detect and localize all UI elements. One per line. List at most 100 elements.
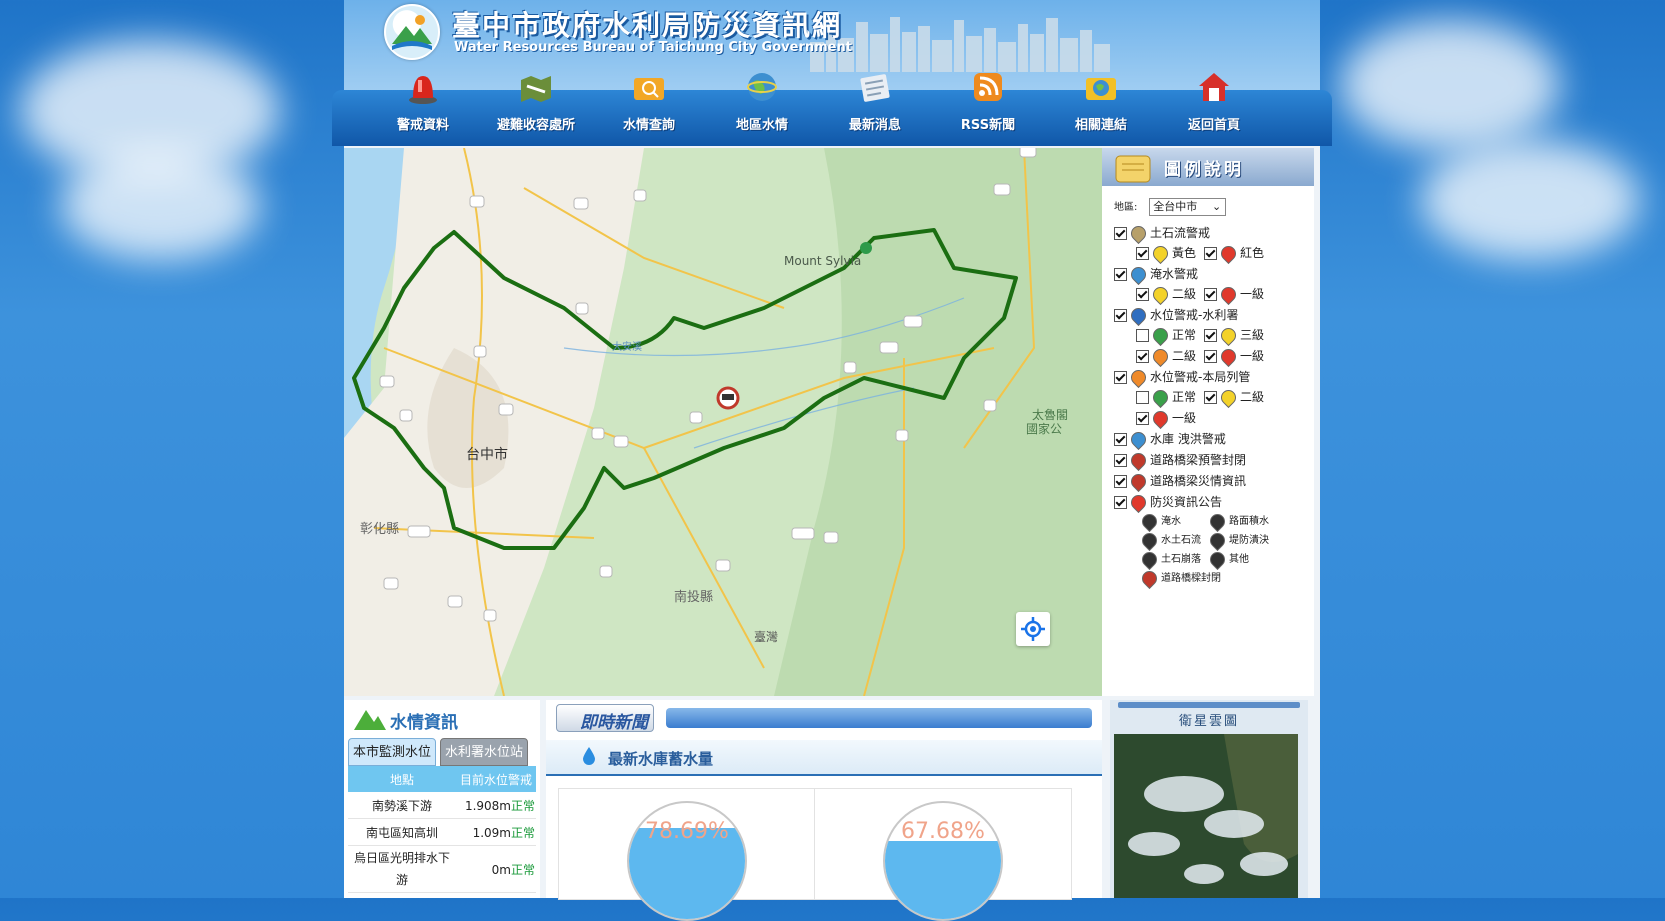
nav-item-regional-water[interactable]: 地區水情: [707, 68, 817, 146]
nav-item-rss[interactable]: RSS新聞: [933, 68, 1043, 146]
shelter-map-icon: [521, 76, 551, 102]
map-view[interactable]: Mount Sylvia 台中市 彰化縣 南投縣 臺灣 太魯閣 國家公 大安溪: [344, 148, 1102, 696]
nav-label: 返回首頁: [1187, 118, 1240, 133]
tab-wra-stations[interactable]: 水利署水位站: [440, 738, 529, 766]
checkbox[interactable]: [1136, 391, 1149, 404]
legend-item[interactable]: 水位警戒-水利署: [1114, 304, 1238, 327]
legend-item[interactable]: 土石流警戒: [1114, 222, 1210, 245]
legend-item[interactable]: 三級: [1204, 324, 1265, 347]
legend-item[interactable]: 水位警戒-本局列管: [1114, 366, 1250, 389]
nav-item-water-query[interactable]: 水情查詢: [594, 68, 704, 146]
map-label-county: 南投縣: [674, 590, 714, 605]
checkbox[interactable]: [1114, 454, 1127, 467]
announce-label: 土石崩落: [1161, 554, 1201, 565]
checkbox[interactable]: [1114, 227, 1127, 240]
tab-city-monitoring[interactable]: 本市監測水位: [348, 738, 437, 766]
checkbox[interactable]: [1114, 371, 1127, 384]
reservoir-gauge[interactable]: 78.69%: [558, 788, 816, 921]
checkbox[interactable]: [1114, 309, 1127, 322]
table-row[interactable]: 南屯區知高圳 1.09m正常: [348, 818, 536, 846]
legend-label: 一級: [1172, 411, 1197, 425]
checkbox[interactable]: [1204, 247, 1217, 260]
reservoir-gauge[interactable]: 67.68%: [814, 788, 1072, 921]
legend-item[interactable]: 道路橋梁災情資訊: [1114, 470, 1246, 493]
legend-item[interactable]: 防災資訊公告: [1114, 491, 1222, 514]
road-water-icon: [1206, 510, 1229, 532]
level-cell: 1.908m: [464, 798, 511, 813]
legend-header: 圖例說明: [1102, 148, 1314, 186]
water-info-panel: 水情資訊 本市監測水位 水利署水位站 地點 目前水位警戒 南勢溪下游 1.908…: [344, 700, 540, 898]
water-level-icon: [1127, 304, 1150, 327]
legend-label: 一級: [1240, 287, 1265, 301]
mountain-icon: [354, 710, 386, 730]
legend-item[interactable]: 一級: [1204, 283, 1265, 306]
legend-item[interactable]: 二級: [1204, 386, 1264, 409]
site-logo[interactable]: [384, 4, 440, 60]
debris-flow-icon: [1127, 222, 1150, 245]
checkbox[interactable]: [1114, 433, 1127, 446]
checkbox[interactable]: [1114, 475, 1127, 488]
nav-item-alerts[interactable]: 警戒資料: [368, 68, 478, 146]
nav-label: RSS新聞: [960, 118, 1016, 133]
level2-marker-icon: [1149, 345, 1172, 368]
road-disaster-icon: [1127, 470, 1150, 493]
announce-item: 土石崩落: [1138, 548, 1201, 570]
legend-item[interactable]: 水庫 洩洪警戒: [1114, 428, 1226, 451]
legend-label: 三級: [1240, 328, 1265, 342]
legend-item[interactable]: 二級: [1136, 283, 1196, 306]
checkbox[interactable]: [1114, 268, 1127, 281]
checkbox[interactable]: [1136, 412, 1149, 425]
chevron-down-icon: ⌄: [1211, 200, 1222, 213]
announce-label: 路面積水: [1229, 516, 1269, 527]
level2-marker-icon: [1217, 386, 1240, 409]
nav-label: 水情查詢: [622, 118, 675, 133]
legend-item[interactable]: 一級: [1204, 345, 1265, 368]
legend-item[interactable]: 紅色: [1204, 242, 1264, 265]
gauge-fill: [885, 840, 1001, 919]
checkbox[interactable]: [1204, 350, 1217, 363]
table-row[interactable]: 南勢溪下游 1.908m正常: [348, 792, 536, 819]
checkbox[interactable]: [1136, 288, 1149, 301]
table-row[interactable]: 烏日區光明排水下游 0m正常: [348, 845, 536, 893]
checkbox[interactable]: [1114, 496, 1127, 509]
announce-label: 其他: [1229, 554, 1249, 565]
announce-item: 路面積水: [1206, 510, 1269, 532]
map-label-county: 彰化縣: [360, 522, 400, 537]
level1-marker-icon: [1217, 283, 1240, 306]
nav-item-shelters[interactable]: 避難收容處所: [481, 68, 591, 146]
locate-button[interactable]: [1016, 612, 1050, 646]
column-header: 地點: [348, 766, 456, 792]
road-closure-icon: [1127, 449, 1150, 472]
announce-label: 堤防潰決: [1229, 535, 1269, 546]
cloud-image-icon: [1114, 734, 1298, 898]
checkbox[interactable]: [1136, 329, 1149, 342]
nav-item-links[interactable]: 相關連結: [1046, 68, 1156, 146]
area-select[interactable]: 全台中市 ⌄: [1149, 198, 1227, 216]
legend-label: 一級: [1240, 349, 1265, 363]
gauge-percent: 78.69%: [645, 819, 729, 844]
legend-item[interactable]: 正常: [1136, 324, 1196, 347]
legend-item[interactable]: 正常: [1136, 386, 1196, 409]
water-level-table: 地點 目前水位警戒 南勢溪下游 1.908m正常 南屯區知高圳 1.09m正常 …: [348, 766, 536, 893]
level1-marker-icon: [1149, 407, 1172, 430]
legend-item[interactable]: 二級: [1136, 345, 1196, 368]
nav-item-latest-news[interactable]: 最新消息: [820, 68, 930, 146]
nav-item-home[interactable]: 返回首頁: [1159, 68, 1269, 146]
news-ticker[interactable]: [666, 708, 1092, 728]
checkbox[interactable]: [1204, 329, 1217, 342]
legend-item[interactable]: 黃色: [1136, 242, 1196, 265]
checkbox[interactable]: [1136, 247, 1149, 260]
legend-item[interactable]: 淹水警戒: [1114, 263, 1198, 286]
cloud-decoration: [1340, 20, 1560, 150]
area-filter: 地區: 全台中市 ⌄: [1114, 198, 1227, 216]
satellite-image[interactable]: [1114, 734, 1298, 898]
bridge-warning-marker[interactable]: [716, 386, 740, 410]
checkbox[interactable]: [1136, 350, 1149, 363]
legend-item[interactable]: 一級: [1136, 407, 1197, 430]
legend-item[interactable]: 道路橋梁預警封閉: [1114, 449, 1246, 472]
checkbox[interactable]: [1204, 391, 1217, 404]
link-globe-icon: [1086, 78, 1116, 100]
bridge-closed-icon: [1138, 567, 1161, 589]
announce-label: 水土石流: [1161, 535, 1201, 546]
checkbox[interactable]: [1204, 288, 1217, 301]
